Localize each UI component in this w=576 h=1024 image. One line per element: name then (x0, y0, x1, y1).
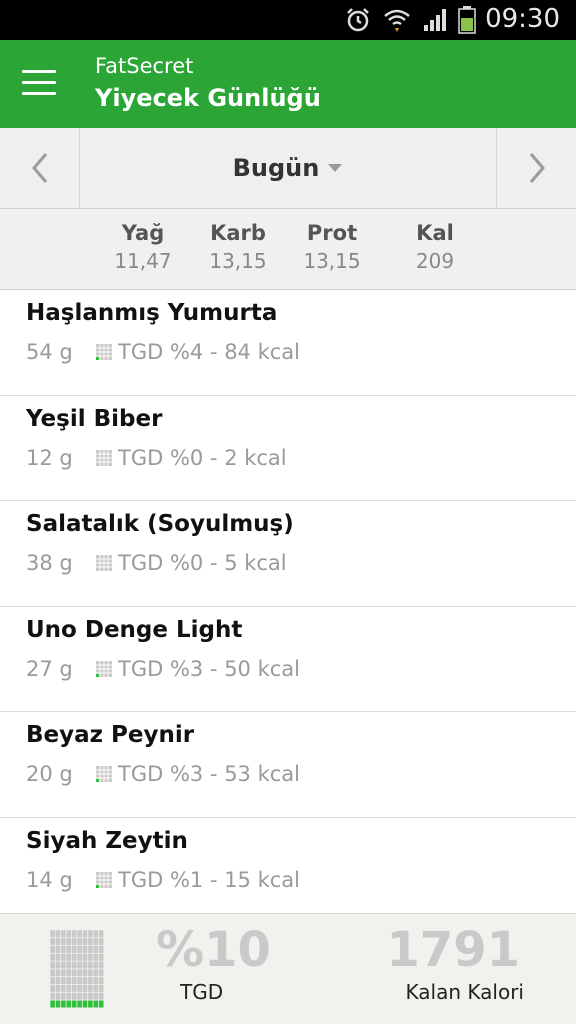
status-time: 09:30 (485, 4, 560, 34)
list-item[interactable]: Uno Denge Light 27 g TGD %3 - 50 kcal (0, 607, 576, 712)
food-name: Uno Denge Light (26, 616, 243, 643)
summary-kcal-label: Kal (416, 221, 454, 245)
food-name: Salatalık (Soyulmuş) (26, 511, 294, 537)
food-quantity: 20 g (26, 762, 73, 786)
food-list: Haşlanmış Yumurta 54 g TGD %4 - 84 kcal … (0, 290, 576, 923)
food-name: Beyaz Peynir (26, 722, 195, 748)
chevron-left-icon (31, 153, 47, 183)
menu-icon[interactable] (22, 70, 56, 96)
dropdown-arrow-icon (328, 164, 343, 172)
rdi-grid-icon (96, 871, 112, 888)
food-name: Haşlanmış Yumurta (26, 300, 278, 326)
list-item[interactable]: Beyaz Peynir 20 g TGD %3 - 53 kcal (0, 712, 576, 818)
remaining-calories-label: Kalan Kalori (405, 980, 524, 1004)
remaining-calories: 1791 (386, 922, 520, 978)
daily-summary-footer: %10 TGD 1791 Kalan Kalori (0, 913, 576, 1024)
summary-fat: Yağ 11,47 (98, 221, 188, 273)
list-item[interactable]: Siyah Zeytin 14 g TGD %1 - 15 kcal (0, 818, 576, 923)
summary-carb-label: Karb (210, 221, 266, 245)
food-quantity: 12 g (26, 445, 73, 470)
date-text: Bugün (232, 154, 320, 182)
list-item[interactable]: Haşlanmış Yumurta 54 g TGD %4 - 84 kcal (0, 290, 576, 396)
summary-kcal: Kal 209 (390, 221, 480, 273)
signal-icon (424, 9, 446, 31)
summary-prot: Prot 13,15 (287, 221, 377, 273)
list-item[interactable]: Salatalık (Soyulmuş) 38 g TGD %0 - 5 kca… (0, 501, 576, 607)
rdi-label: TGD (180, 980, 224, 1004)
food-name: Siyah Zeytin (26, 827, 188, 854)
summary-fat-value: 11,47 (114, 249, 172, 273)
food-rdi: TGD %0 - 5 kcal (118, 551, 287, 575)
food-rdi: TGD %0 - 2 kcal (118, 445, 287, 470)
previous-day-button[interactable] (0, 128, 80, 208)
food-meta: 14 g TGD %1 - 15 kcal (26, 868, 300, 892)
next-day-button[interactable] (496, 128, 576, 208)
food-quantity: 14 g (26, 867, 73, 892)
food-rdi: TGD %1 - 15 kcal (118, 867, 300, 892)
rdi-grid-icon (96, 660, 112, 677)
summary-kcal-value: 209 (415, 249, 455, 273)
battery-icon (458, 6, 476, 34)
summary-carb: Karb 13,15 (193, 221, 283, 273)
rdi-grid-icon (96, 344, 112, 360)
rdi-progress-grid-icon (50, 930, 104, 1008)
status-icons (344, 6, 476, 34)
date-selector[interactable]: Bugün (80, 128, 496, 208)
list-item[interactable]: Yeşil Biber 12 g TGD %0 - 2 kcal (0, 396, 576, 501)
status-bar: 09:30 (0, 0, 576, 40)
food-quantity: 38 g (26, 551, 73, 575)
food-meta: 20 g TGD %3 - 53 kcal (26, 762, 300, 786)
wifi-icon (384, 9, 410, 32)
food-meta: 38 g TGD %0 - 5 kcal (26, 551, 287, 575)
rdi-percent: %10 (156, 922, 271, 978)
food-name: Yeşil Biber (26, 405, 163, 432)
date-navigator: Bugün (0, 128, 576, 209)
summary-prot-label: Prot (306, 221, 358, 245)
rdi-grid-icon (96, 449, 112, 466)
food-quantity: 27 g (26, 656, 73, 681)
food-meta: 12 g TGD %0 - 2 kcal (26, 446, 287, 470)
chevron-right-icon (529, 153, 545, 183)
food-meta: 27 g TGD %3 - 50 kcal (26, 657, 300, 681)
summary-carb-value: 13,15 (209, 249, 267, 273)
rdi-grid-icon (96, 555, 112, 571)
app-name: FatSecret (95, 54, 194, 78)
rdi-grid-icon (96, 766, 112, 782)
app-bar: FatSecret Yiyecek Günlüğü (0, 40, 576, 128)
nutrient-summary: Yağ 11,47 Karb 13,15 Prot 13,15 Kal 209 (0, 209, 576, 290)
food-meta: 54 g TGD %4 - 84 kcal (26, 340, 300, 364)
summary-prot-value: 13,15 (303, 249, 361, 273)
food-quantity: 54 g (26, 340, 73, 364)
alarm-icon (347, 8, 369, 32)
page-title: Yiyecek Günlüğü (95, 84, 321, 112)
food-rdi: TGD %3 - 53 kcal (118, 762, 300, 786)
food-rdi: TGD %3 - 50 kcal (118, 656, 300, 681)
food-rdi: TGD %4 - 84 kcal (118, 340, 300, 364)
summary-fat-label: Yağ (121, 221, 165, 245)
